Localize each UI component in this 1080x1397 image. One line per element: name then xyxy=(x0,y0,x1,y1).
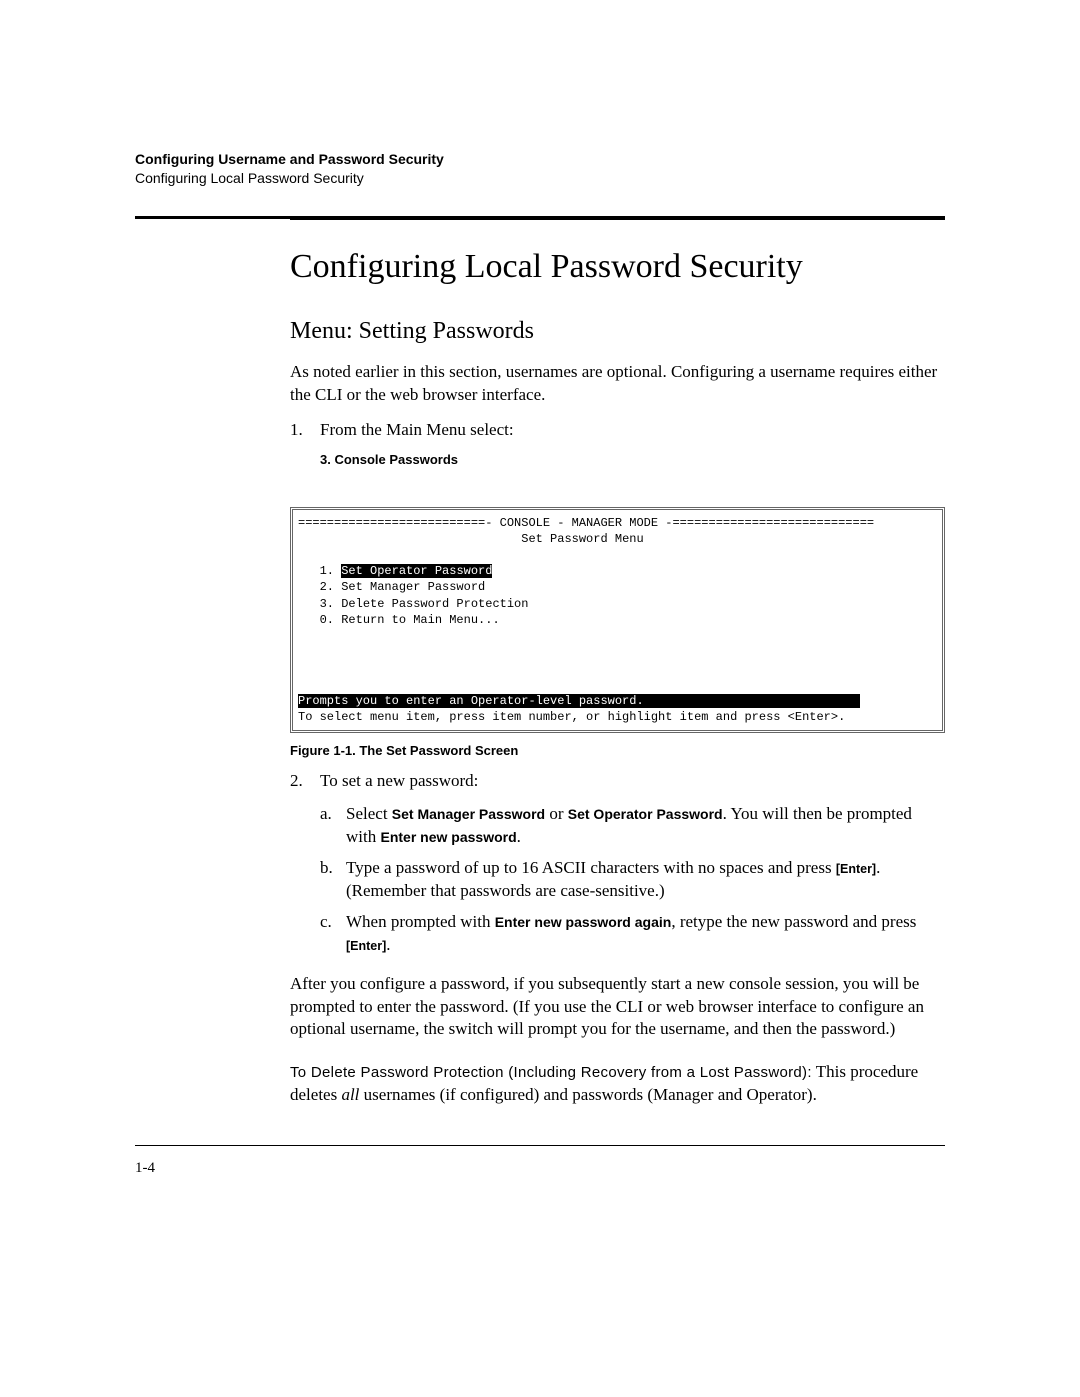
content-column: Configuring Local Password Security Menu… xyxy=(290,219,945,1108)
step-text: From the Main Menu select: xyxy=(320,419,945,442)
after-paragraph: After you configure a password, if you s… xyxy=(290,973,945,1042)
step-2: 2. To set a new password: xyxy=(290,770,945,793)
page-footer: 1-4 xyxy=(135,1145,945,1177)
subsection-heading: Menu: Setting Passwords xyxy=(290,318,945,345)
console-text: ==========================- CONSOLE - MA… xyxy=(298,515,937,725)
footer-rule xyxy=(135,1145,945,1146)
substep-list: a. Select Set Manager Password or Set Op… xyxy=(290,803,945,957)
step-number: 2. xyxy=(290,770,320,793)
intro-paragraph: As noted earlier in this section, userna… xyxy=(290,361,945,407)
step-1: 1. From the Main Menu select: xyxy=(290,419,945,442)
substep-letter: c. xyxy=(320,911,346,957)
substep-letter: b. xyxy=(320,857,346,903)
step-number: 1. xyxy=(290,419,320,442)
substep-a: a. Select Set Manager Password or Set Op… xyxy=(320,803,945,849)
step-text: To set a new password: xyxy=(320,770,945,793)
selected-menu-item: Set Operator Password xyxy=(341,564,492,578)
running-header: Configuring Username and Password Securi… xyxy=(135,150,945,188)
section-heading: Configuring Local Password Security xyxy=(290,248,945,286)
substep-letter: a. xyxy=(320,803,346,849)
step-list: 1. From the Main Menu select: xyxy=(290,419,945,442)
prompt-line: Prompts you to enter an Operator-level p… xyxy=(298,694,860,708)
menu-path: 3. Console Passwords xyxy=(320,452,945,467)
substep-text: Select Set Manager Password or Set Opera… xyxy=(346,803,945,849)
console-screenshot: ==========================- CONSOLE - MA… xyxy=(290,507,945,733)
page-number: 1-4 xyxy=(135,1160,945,1177)
substep-text: When prompted with Enter new password ag… xyxy=(346,911,945,957)
figure-caption: Figure 1-1. The Set Password Screen xyxy=(290,743,945,758)
delete-heading: To Delete Password Protection (Including… xyxy=(290,1064,812,1081)
section-title-header: Configuring Local Password Security xyxy=(135,169,945,188)
substep-b: b. Type a password of up to 16 ASCII cha… xyxy=(320,857,945,903)
content-top-rule xyxy=(290,219,945,220)
step-list-2: 2. To set a new password: xyxy=(290,770,945,793)
delete-paragraph: To Delete Password Protection (Including… xyxy=(290,1061,945,1107)
substep-text: Type a password of up to 16 ASCII charac… xyxy=(346,857,945,903)
substep-c: c. When prompted with Enter new password… xyxy=(320,911,945,957)
document-page: Configuring Username and Password Securi… xyxy=(0,0,1080,1397)
chapter-title: Configuring Username and Password Securi… xyxy=(135,150,945,169)
